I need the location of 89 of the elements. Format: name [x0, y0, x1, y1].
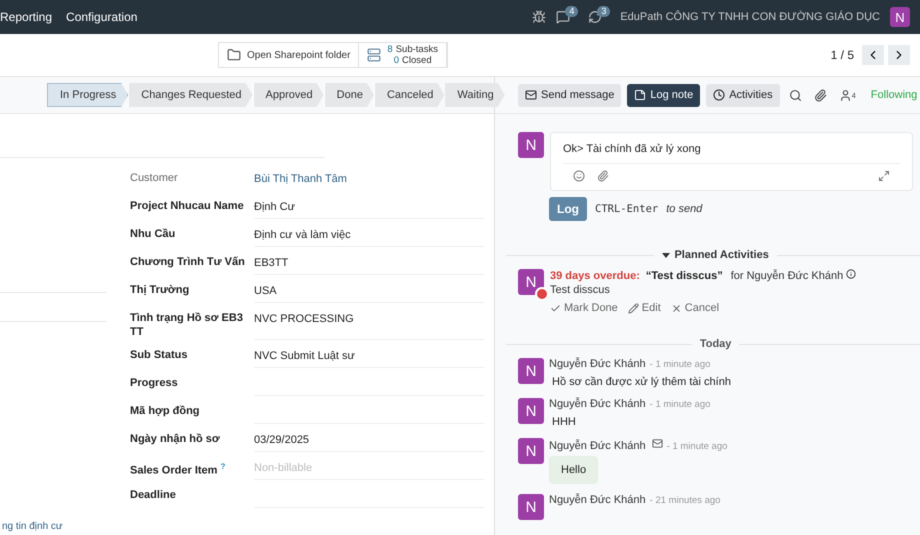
field-label: Mã hợp đồng: [130, 404, 201, 419]
stage-button[interactable]: Waiting: [444, 83, 505, 107]
check-icon: [550, 302, 561, 314]
note-icon: [634, 89, 646, 101]
message-time: - 1 minute ago: [650, 399, 710, 410]
stage-button[interactable]: Done: [324, 83, 374, 107]
envelope-icon: [525, 89, 537, 101]
message-text: Hồ sơ cần được xử lý thêm tài chính: [551, 375, 732, 388]
assignee-text: for Nguyễn Đức Khánh: [730, 270, 844, 282]
previous-button[interactable]: [862, 45, 884, 65]
field-label: Customer: [130, 171, 179, 186]
date-separator: Today: [700, 338, 732, 350]
message-time: - 1 minute ago: [650, 359, 710, 370]
field-label: Sub Status: [130, 348, 188, 363]
shortcut-hint: to send: [666, 203, 702, 215]
activity-action[interactable]: Cancel: [670, 302, 720, 314]
chat-icon[interactable]: [556, 10, 570, 24]
field-label: Project Nhucau Name: [130, 199, 245, 214]
message-text: HHH: [551, 415, 577, 428]
stage-button[interactable]: Approved: [252, 83, 324, 107]
author-name[interactable]: Nguyễn Đức Khánh: [549, 358, 646, 370]
user-avatar: N: [518, 398, 544, 424]
field-value: NVC Submit Luật sư: [254, 345, 484, 368]
field-label: Ngày nhận hồ sơ: [130, 432, 221, 447]
stage-button[interactable]: Canceled: [374, 83, 444, 107]
field-label: Deadline: [130, 488, 177, 503]
field-value: Định cư và làm việc: [254, 224, 484, 247]
author-name[interactable]: Nguyễn Đức Khánh: [549, 440, 646, 452]
emoji-icon[interactable]: [573, 170, 585, 182]
field-label: Sales Order Item $^{?}$: [130, 461, 226, 479]
note-composer[interactable]: Ok> Tài chính đã xử lý xong: [550, 132, 914, 191]
menu-item[interactable]: Reporting: [0, 10, 52, 24]
close-icon: [670, 302, 682, 314]
log-note-button[interactable]: Log note: [627, 84, 700, 106]
activity-note: Test disscus: [550, 284, 611, 296]
field-value: EB3TT: [254, 252, 484, 275]
field-value: 03/29/2025: [254, 429, 484, 452]
user-avatar: N: [518, 358, 544, 384]
field-value: NVC PROCESSING: [254, 308, 484, 340]
envelope-icon: [652, 438, 663, 449]
paperclip-icon[interactable]: [597, 170, 609, 182]
field-label: Progress: [130, 376, 179, 391]
user-avatar[interactable]: N: [890, 7, 910, 27]
send-message-button[interactable]: Send message: [518, 84, 622, 106]
message-count: 4: [565, 6, 578, 16]
message-time: - 21 minutes ago: [650, 495, 720, 506]
shortcut-key: CTRL-Enter: [595, 203, 658, 215]
company-name[interactable]: EduPath CÔNG TY TNHH CON ĐƯỜNG GIÁO DỤC: [620, 11, 880, 23]
message-time: - 1 minute ago: [666, 441, 728, 452]
field-value: USA: [254, 280, 484, 303]
list-icon: [367, 48, 382, 62]
activity-count: 3: [597, 6, 610, 16]
stage-button[interactable]: In Progress: [47, 83, 128, 107]
activity-type-icon: [535, 287, 549, 301]
email-message: Hello: [549, 456, 598, 484]
activity-summary: “Test disscus”: [646, 270, 723, 282]
info-icon[interactable]: [846, 269, 856, 279]
clock-icon: [713, 89, 726, 101]
stage-button[interactable]: Changes Requested: [128, 83, 253, 107]
activity-action[interactable]: Mark Done: [550, 302, 618, 314]
user-avatar: N: [518, 494, 544, 520]
overdue-label: 39 days overdue:: [550, 270, 640, 282]
user-avatar: N: [518, 132, 544, 158]
menu-item[interactable]: Configuration: [66, 10, 138, 24]
activity-action[interactable]: Edit: [628, 302, 661, 314]
field-value: Định Cư: [254, 196, 484, 219]
user-avatar: N: [518, 438, 544, 464]
field-value: Non-billable: [254, 457, 484, 480]
field-label: Nhu Cầu: [130, 227, 176, 242]
field-label: Chương Trình Tư Vấn: [130, 255, 246, 270]
help-mark[interactable]: ?: [220, 462, 226, 471]
author-name[interactable]: Nguyễn Đức Khánh: [549, 398, 646, 410]
pager-value: 1 / 5: [830, 48, 854, 62]
customer-link[interactable]: Bùi Thị Thanh Tâm: [254, 168, 484, 191]
pencil-icon: [628, 302, 639, 314]
expand-icon[interactable]: [878, 170, 890, 182]
field-label: Tình trạng Hồ sơ EB3 TT: [130, 311, 244, 340]
followers-button[interactable]: 4: [836, 88, 859, 102]
activities-button[interactable]: Activities: [706, 84, 780, 106]
tab-link[interactable]: ng tin định cư: [0, 521, 63, 533]
folder-icon: [227, 48, 241, 62]
field-label: Thị Trường: [130, 283, 190, 298]
person-icon: [838, 88, 852, 102]
next-button[interactable]: [888, 45, 910, 65]
note-input[interactable]: Ok> Tài chính đã xử lý xong: [563, 139, 900, 164]
log-button[interactable]: Log: [549, 197, 587, 221]
bug-icon[interactable]: [532, 10, 546, 24]
planned-activities-toggle[interactable]: Planned Activities: [662, 249, 769, 261]
author-name[interactable]: Nguyễn Đức Khánh: [549, 494, 646, 506]
